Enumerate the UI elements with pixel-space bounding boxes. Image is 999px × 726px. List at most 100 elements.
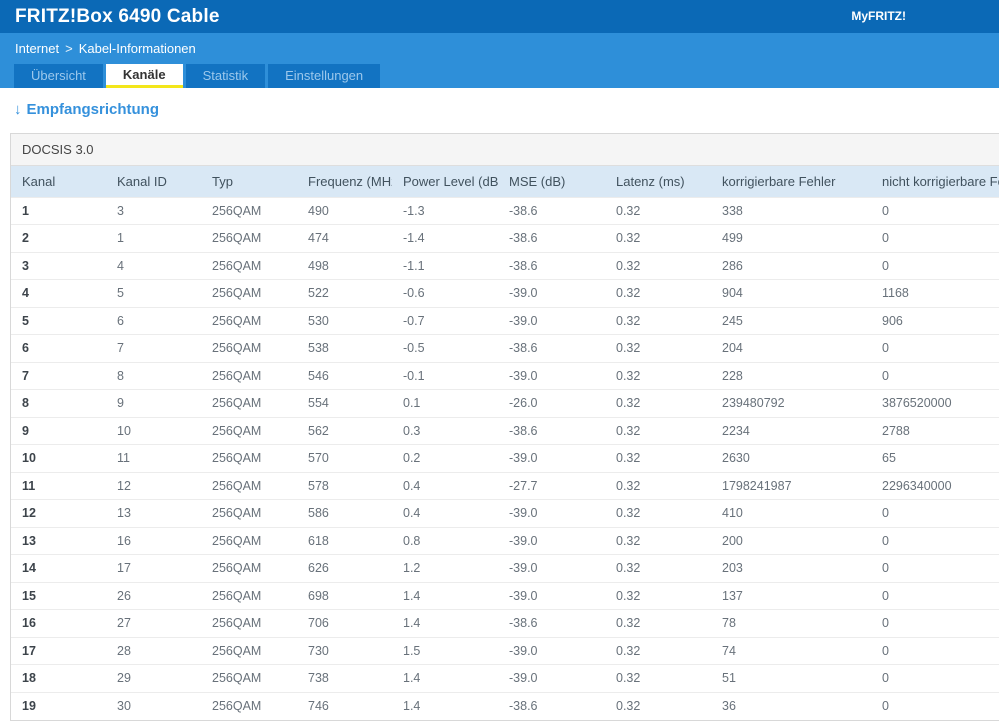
table-header-row: KanalKanal IDTypFrequenz (MHz)Power Leve…: [11, 166, 999, 197]
table-cell: 0: [871, 334, 999, 362]
table-cell: 730: [297, 636, 392, 665]
table-cell: 74: [711, 636, 871, 665]
table-cell: 0: [871, 554, 999, 582]
tab-kanaele[interactable]: Kanäle: [105, 64, 183, 88]
table-cell: 0.32: [605, 691, 711, 720]
table-cell: 0.32: [605, 636, 711, 665]
table-cell: 738: [297, 664, 392, 692]
empfangsrichtung-link[interactable]: ↓ Empfangsrichtung: [14, 101, 159, 118]
table-cell: 3876520000: [871, 389, 999, 417]
table-cell: 10: [11, 444, 106, 472]
table-cell: -0.1: [392, 361, 498, 390]
table-cell: 1168: [871, 279, 999, 307]
table-cell: -1.4: [392, 224, 498, 252]
table-cell: 2630: [711, 444, 871, 472]
table-cell: 17: [106, 554, 201, 582]
column-header: Latenz (ms): [605, 166, 711, 197]
table-cell: 7: [11, 361, 106, 390]
table-cell: 530: [297, 306, 392, 335]
table-cell: 256QAM: [201, 691, 297, 720]
table-cell: 626: [297, 554, 392, 582]
table-cell: 256QAM: [201, 389, 297, 417]
column-header: Kanal ID: [106, 166, 201, 197]
table-cell: 1: [106, 224, 201, 252]
table-row: 15 26 256QAM 698 1.4 -39.0 0.32 137 0: [11, 581, 999, 610]
table-cell: 562: [297, 416, 392, 445]
tab-statistik[interactable]: Statistik: [185, 64, 266, 88]
table-cell: 256QAM: [201, 416, 297, 445]
table-row: 3 4 256QAM 498 -1.1 -38.6 0.32 286 0: [11, 251, 999, 280]
table-cell: 522: [297, 279, 392, 307]
table-cell: 0: [871, 609, 999, 637]
table-cell: 0.32: [605, 334, 711, 362]
table-cell: -1.3: [392, 196, 498, 225]
table-cell: 0: [871, 581, 999, 610]
table-cell: -27.7: [498, 471, 605, 500]
table-cell: 12: [11, 499, 106, 527]
table-cell: 0: [871, 196, 999, 225]
table-row: 19 30 256QAM 746 1.4 -38.6 0.32 36 0: [11, 691, 999, 720]
table-cell: 10: [106, 416, 201, 445]
table-cell: 0.32: [605, 526, 711, 555]
table-cell: 0: [871, 636, 999, 665]
table-cell: -39.0: [498, 664, 605, 692]
table-cell: -38.6: [498, 196, 605, 225]
table-cell: 0: [871, 664, 999, 692]
app-header: FRITZ!Box 6490 Cable MyFRITZ!: [0, 0, 999, 33]
table-cell: 200: [711, 526, 871, 555]
table-cell: 0.32: [605, 471, 711, 500]
table-cell: 2234: [711, 416, 871, 445]
table-cell: 256QAM: [201, 224, 297, 252]
table-row: 4 5 256QAM 522 -0.6 -39.0 0.32 904 1168: [11, 279, 999, 307]
table-cell: 1.4: [392, 581, 498, 610]
table-cell: 0.4: [392, 499, 498, 527]
table-cell: 17: [11, 636, 106, 665]
table-cell: 256QAM: [201, 251, 297, 280]
table-cell: 0: [871, 224, 999, 252]
table-cell: 0.32: [605, 416, 711, 445]
table-row: 10 11 256QAM 570 0.2 -39.0 0.32 2630 65: [11, 444, 999, 472]
table-cell: 2: [11, 224, 106, 252]
table-row: 13 16 256QAM 618 0.8 -39.0 0.32 200 0: [11, 526, 999, 555]
table-cell: 18: [11, 664, 106, 692]
table-cell: 0: [871, 499, 999, 527]
table-row: 1 3 256QAM 490 -1.3 -38.6 0.32 338 0: [11, 196, 999, 225]
table-row: 14 17 256QAM 626 1.2 -39.0 0.32 203 0: [11, 554, 999, 582]
table-cell: 29: [106, 664, 201, 692]
table-row: 17 28 256QAM 730 1.5 -39.0 0.32 74 0: [11, 636, 999, 665]
column-header: Frequenz (MHz): [297, 166, 392, 197]
docsis-table-panel: DOCSIS 3.0 KanalKanal IDTypFrequenz (MHz…: [10, 133, 999, 721]
table-cell: 11: [106, 444, 201, 472]
table-cell: 0.3: [392, 416, 498, 445]
table-cell: -39.0: [498, 361, 605, 390]
table-cell: 906: [871, 306, 999, 335]
tab-einstellungen[interactable]: Einstellungen: [268, 64, 381, 88]
table-cell: 4: [106, 251, 201, 280]
table-cell: 578: [297, 471, 392, 500]
table-cell: -39.0: [498, 581, 605, 610]
table-cell: 0.32: [605, 224, 711, 252]
section-link-label: Empfangsrichtung: [26, 101, 160, 118]
table-cell: 256QAM: [201, 581, 297, 610]
table-cell: -38.6: [498, 691, 605, 720]
breadcrumb-item-internet[interactable]: Internet: [15, 41, 59, 56]
table-cell: 1.4: [392, 609, 498, 637]
table-cell: 0: [871, 361, 999, 390]
table-cell: 26: [106, 581, 201, 610]
main-content: ↓ Empfangsrichtung DOCSIS 3.0 Kanal Kanal …: [0, 88, 999, 721]
table-cell: 13: [11, 526, 106, 555]
table-cell: -38.6: [498, 609, 605, 637]
table-cell: 14: [11, 554, 106, 582]
myfritz-link[interactable]: MyFRITZ!: [851, 0, 906, 33]
table-cell: 1: [11, 196, 106, 225]
page: FRITZ!Box 6490 Cable MyFRITZ! Internet > K…: [0, 0, 999, 726]
table-cell: 256QAM: [201, 664, 297, 692]
table-cell: 2788: [871, 416, 999, 445]
table-cell: 256QAM: [201, 334, 297, 362]
table-cell: 499: [711, 224, 871, 252]
table-cell: 706: [297, 609, 392, 637]
table-cell: 586: [297, 499, 392, 527]
tab-uebersicht[interactable]: Übersicht: [14, 64, 103, 88]
table-cell: 0.8: [392, 526, 498, 555]
table-cell: -39.0: [498, 554, 605, 582]
